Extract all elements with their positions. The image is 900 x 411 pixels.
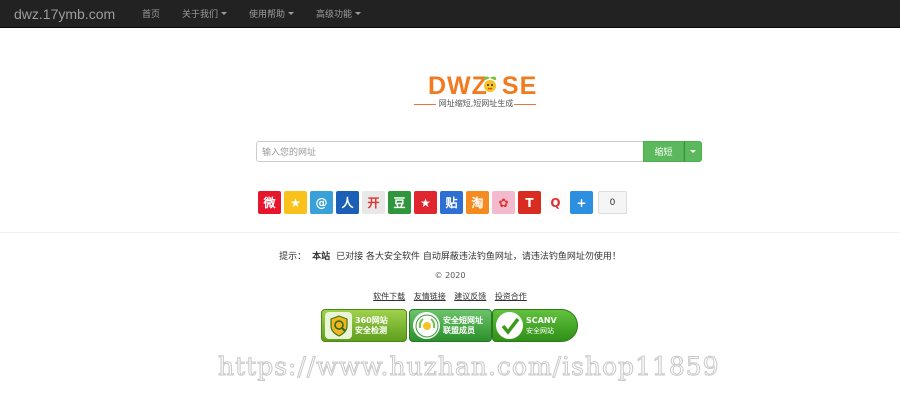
watermark-text: https://www.huzhan.com/ishop11859 [218, 352, 720, 382]
renren-share-icon[interactable]: 人 [336, 191, 359, 214]
copyright: © 2020 [434, 271, 466, 280]
badge-360-security[interactable]: 360网站 安全检测 [321, 309, 407, 342]
badge-scanv-text: SCANV 安全网站 [526, 316, 557, 336]
footer-link-feedback[interactable]: 建议反馈 [454, 292, 486, 301]
share-count[interactable]: 0 [598, 191, 627, 214]
nav-home[interactable]: 首页 [142, 7, 160, 20]
notice-text: 已对接 各大安全软件 自动屏蔽违法钓鱼网址，请违法钓鱼网址勿使用！ [336, 252, 621, 262]
kaixin-share-icon[interactable]: 开 [362, 191, 385, 214]
nav-home-label: 首页 [142, 10, 161, 20]
caret-down-icon [355, 12, 362, 15]
badge-alliance-text: 安全短网址 联盟成员 [443, 316, 483, 336]
footer-links: 软件下载 友情链接 建议反馈 投资合作 [0, 291, 900, 302]
footer-notice: 提示： 本站 已对接 各大安全软件 自动屏蔽违法钓鱼网址，请违法钓鱼网址勿使用！ [0, 249, 900, 262]
badge-360-line2: 安全检测 [355, 325, 387, 335]
star-share-icon[interactable]: ★ [414, 191, 437, 214]
section-divider [0, 232, 900, 233]
douban-share-icon[interactable]: 豆 [388, 191, 411, 214]
url-input[interactable]: 输入您的网址 [256, 141, 643, 162]
nav-about-label: 关于我们 [182, 10, 219, 20]
notice-site: 本站 [312, 252, 331, 262]
tieba-share-icon[interactable]: 贴 [440, 191, 463, 214]
toutiao-share-icon[interactable]: T [518, 191, 541, 214]
logo-text-left: DWZ [428, 72, 488, 100]
url-shorten-form: 输入您的网址 缩短 [256, 141, 702, 162]
flower-share-icon[interactable]: ✿ [492, 191, 515, 214]
nav-about-dropdown[interactable]: 关于我们 [182, 7, 228, 20]
nav-help-dropdown[interactable]: 使用帮助 [249, 7, 295, 20]
caret-down-icon [288, 12, 295, 15]
share-bar: 微 ★ @ 人开豆 ★ 贴淘 ✿ T Q +0 [258, 191, 627, 214]
notice-prefix: 提示： [279, 252, 307, 262]
shield-check-icon [325, 312, 352, 339]
taobao-share-icon[interactable]: 淘 [466, 191, 489, 214]
badge-alliance-line1: 安全短网址 [443, 315, 483, 325]
tencent-weibo-share-icon[interactable]: @ [310, 191, 333, 214]
logo-tagline: 网址缩短,短网址生成 [438, 99, 514, 108]
footer-link-download[interactable]: 软件下载 [373, 292, 405, 301]
nav-advanced-dropdown[interactable]: 高级功能 [316, 7, 362, 20]
badge-scanv-line1: SCANV [526, 315, 557, 325]
logo-divider-left [414, 104, 436, 105]
checkmark-circle-icon [496, 312, 523, 339]
badge-alliance-line2: 联盟成员 [443, 325, 475, 335]
shorten-button[interactable]: 缩短 [643, 141, 684, 162]
laurel-medal-icon [413, 312, 440, 339]
caret-down-icon [690, 150, 696, 153]
top-navbar: dwz.17ymb.com 首页 关于我们 使用帮助 高级功能 [0, 0, 900, 28]
footer-link-invest[interactable]: 投资合作 [495, 292, 527, 301]
logo-divider-right [514, 104, 536, 105]
badge-360-line1: 360网站 [355, 315, 388, 325]
nav-advanced-label: 高级功能 [316, 10, 353, 20]
site-brand-link[interactable]: dwz.17ymb.com [14, 6, 142, 22]
qq-share-icon[interactable]: Q [544, 191, 567, 214]
caret-down-icon [221, 12, 228, 15]
badge-scanv-safe-site[interactable]: SCANV 安全网站 [492, 309, 578, 342]
logo-text-right: SE [501, 72, 538, 100]
badge-360-text: 360网站 安全检测 [355, 316, 388, 336]
qzone-share-icon[interactable]: ★ [284, 191, 307, 214]
site-logo: DWZ SE 网址缩短,短网址生成 [412, 66, 538, 114]
nav-help-label: 使用帮助 [249, 10, 286, 20]
footer-link-friends[interactable]: 友情链接 [414, 292, 446, 301]
badge-scanv-line2: 安全网站 [526, 326, 554, 335]
more-share-icon[interactable]: + [570, 191, 593, 214]
shorten-options-dropdown[interactable] [684, 141, 702, 162]
sprout-mascot-icon [483, 76, 497, 92]
weibo-share-icon[interactable]: 微 [258, 191, 281, 214]
badge-safe-shorturl-alliance[interactable]: 安全短网址 联盟成员 [409, 309, 492, 342]
